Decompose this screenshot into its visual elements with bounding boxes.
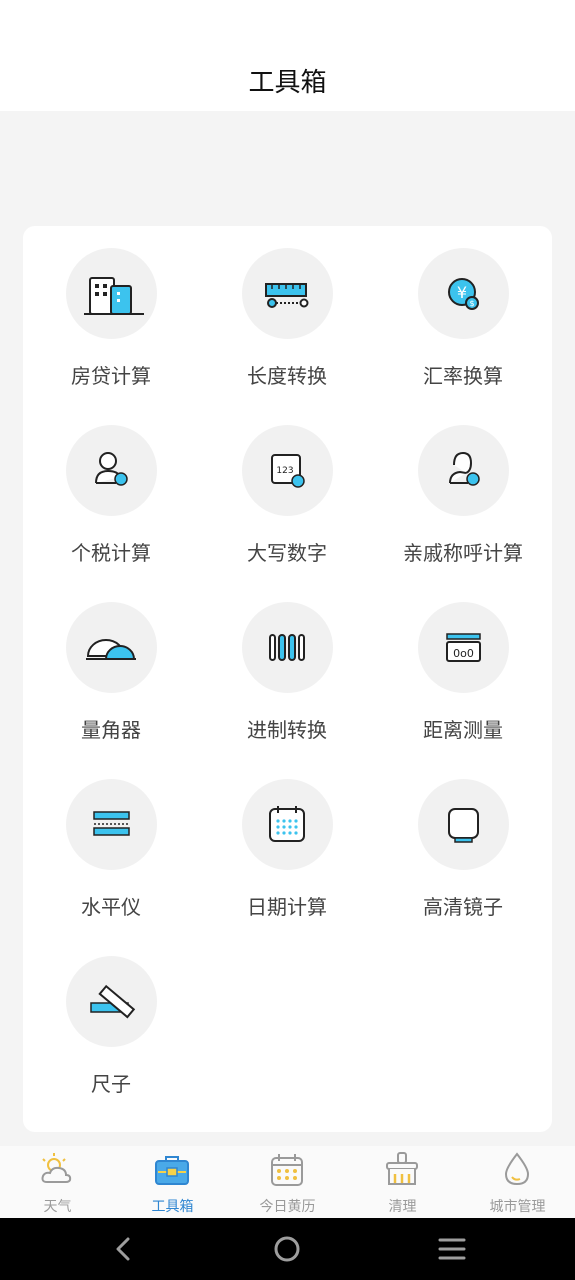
toolbox-icon (155, 1156, 189, 1185)
tool-label: 长度转换 (247, 364, 327, 388)
tool-label: 高清镜子 (423, 895, 503, 919)
home-icon (274, 1236, 300, 1262)
tool-distance[interactable]: 0o0 距离测量 (375, 580, 551, 750)
svg-text:0o0: 0o0 (453, 647, 474, 660)
svg-text:¥: ¥ (457, 283, 467, 302)
tab-label: 城市管理 (489, 1199, 546, 1215)
tool-mirror[interactable]: 高清镜子 (375, 757, 551, 927)
ruler-tape-icon (242, 248, 333, 339)
tool-label: 亲戚称呼计算 (403, 541, 523, 565)
tool-mortgage[interactable]: 房贷计算 (23, 226, 199, 396)
back-icon (116, 1237, 130, 1261)
weather-icon (41, 1153, 72, 1183)
back-button[interactable] (92, 1228, 152, 1270)
tool-income-tax[interactable]: 个税计算 (23, 403, 199, 573)
tab-toolbox[interactable]: 工具箱 (115, 1146, 230, 1218)
tool-label: 日期计算 (247, 895, 327, 919)
drop-icon (504, 1152, 530, 1186)
ruler-icon (66, 956, 157, 1047)
relative-person-icon (418, 425, 509, 516)
system-navigation-bar (0, 1218, 575, 1280)
tool-length[interactable]: 长度转换 (199, 226, 375, 396)
person-tax-icon (66, 425, 157, 516)
mirror-icon (418, 779, 509, 870)
base-convert-icon (242, 602, 333, 693)
svg-text:$: $ (469, 299, 474, 308)
tab-weather[interactable]: 天气 (0, 1146, 115, 1218)
building-loan-icon (66, 248, 157, 339)
tool-label: 进制转换 (247, 718, 327, 742)
tool-relatives[interactable]: 亲戚称呼计算 (375, 403, 551, 573)
tool-label: 距离测量 (423, 718, 503, 742)
tool-label: 大写数字 (247, 541, 327, 565)
distance-measure-icon: 0o0 (418, 602, 509, 693)
tool-label: 量角器 (81, 718, 141, 742)
tool-base-convert[interactable]: 进制转换 (199, 580, 375, 750)
tool-date-calc[interactable]: 日期计算 (199, 757, 375, 927)
broom-icon (386, 1152, 418, 1185)
tab-label: 今日黄历 (259, 1199, 316, 1215)
bottom-tab-bar: 天气 工具箱 今日黄历 清理 城市管理 (0, 1146, 575, 1218)
tool-label: 水平仪 (81, 895, 141, 919)
recents-button[interactable] (422, 1228, 482, 1270)
protractor-icon (66, 602, 157, 693)
tool-uppercase-number[interactable]: 123 大写数字 (199, 403, 375, 573)
tab-label: 天气 (43, 1199, 72, 1215)
tool-label: 尺子 (91, 1072, 131, 1096)
tab-label: 工具箱 (151, 1199, 194, 1215)
calendar-icon (242, 779, 333, 870)
tab-city-manage[interactable]: 城市管理 (460, 1146, 575, 1218)
tool-label: 房贷计算 (71, 364, 151, 388)
tool-exchange[interactable]: ¥ $ 汇率换算 (375, 226, 551, 396)
tools-card: 房贷计算 长度转换 ¥ $ 汇率换算 个税计算 123 大写数字 亲戚称呼计算 … (23, 226, 552, 1132)
level-icon (66, 779, 157, 870)
tab-label: 清理 (388, 1199, 417, 1215)
tool-ruler[interactable]: 尺子 (23, 934, 199, 1104)
tool-protractor[interactable]: 量角器 (23, 580, 199, 750)
tool-level[interactable]: 水平仪 (23, 757, 199, 927)
tool-label: 个税计算 (71, 541, 151, 565)
home-button[interactable] (257, 1228, 317, 1270)
currency-exchange-icon: ¥ $ (418, 248, 509, 339)
menu-icon (438, 1238, 466, 1260)
tab-almanac[interactable]: 今日黄历 (230, 1146, 345, 1218)
header: 工具箱 (0, 0, 575, 111)
tab-clean[interactable]: 清理 (345, 1146, 460, 1218)
tool-label: 汇率换算 (423, 364, 503, 388)
number-uppercase-icon: 123 (242, 425, 333, 516)
almanac-icon (271, 1154, 303, 1186)
page-title: 工具箱 (248, 68, 327, 98)
svg-text:123: 123 (276, 466, 293, 476)
